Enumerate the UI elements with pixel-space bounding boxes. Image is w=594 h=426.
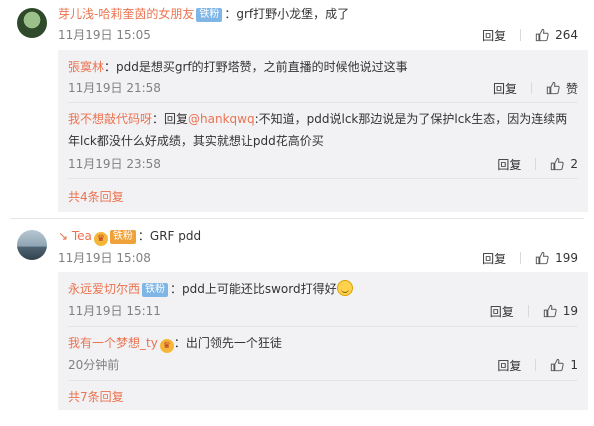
thumbs-up-icon: [551, 157, 564, 171]
reply-text: ：pdd上可能还比sword打得好: [170, 282, 337, 296]
like-button[interactable]: 264: [535, 28, 578, 42]
reply-text: :不知道，pdd说lck那边说是为了保护lck生态，因为连续两: [254, 112, 568, 126]
divider: [527, 305, 529, 317]
reply-actions: 回复 1: [497, 356, 578, 374]
thumbs-up-icon: [546, 81, 560, 95]
comment-actions: 回复 264: [482, 26, 578, 44]
reply-button[interactable]: 回复: [497, 156, 521, 173]
reply-time: 11月19日 21:58: [68, 81, 161, 95]
smile-emoji-icon: [336, 280, 353, 296]
comment-author-prefix: ↘: [58, 229, 72, 243]
vip-crown-icon: ♛: [159, 339, 174, 353]
comment-text: ：grf打野小龙堡，成了: [224, 7, 350, 21]
reply-divider: [68, 326, 578, 327]
comment-content: ↘ Tea ♛ 铁粉 ：GRF pdd: [58, 227, 201, 246]
fan-badge: 铁粉: [142, 283, 169, 297]
divider: [520, 252, 522, 264]
reply-text: ：pdd是想买grf的打野塔赞，之前直播的时候他说过这事: [104, 60, 408, 74]
comment-time: 11月19日 15:08: [58, 251, 151, 265]
thumbs-up-icon: [543, 304, 557, 318]
like-count: 19: [562, 304, 578, 318]
reply-actions: 回复 2: [497, 155, 578, 173]
divider: [520, 29, 522, 41]
like-button[interactable]: 199: [535, 251, 578, 265]
reply-button[interactable]: 回复: [493, 80, 517, 97]
reply-button[interactable]: 回复: [482, 27, 506, 44]
reply-author[interactable]: 張寞林: [68, 60, 104, 74]
more-replies-link[interactable]: 共7条回复: [68, 389, 124, 405]
comment-item: ↘ Tea ♛ 铁粉 ：GRF pdd 11月19日 15:08 回复 199 永远爱…: [0, 220, 594, 420]
like-button[interactable]: 19: [543, 304, 578, 318]
more-replies-link[interactable]: 共4条回复: [68, 189, 124, 205]
reply-time: 11月19日 23:58: [68, 157, 161, 171]
thumbs-up-icon: [551, 358, 564, 372]
reply-author[interactable]: 永远爱切尔西: [68, 282, 140, 296]
divider: [535, 158, 537, 170]
reply-list: 張寞林：pdd是想买grf的打野塔赞，之前直播的时候他说过这事 11月19日 2…: [58, 50, 588, 212]
mention-link[interactable]: @hankqwq: [188, 112, 255, 126]
reply-content: 我有一个梦想_ty ♛ ：出门领先一个狂徒: [68, 334, 282, 353]
comment-author[interactable]: 芽儿浅-哈莉奎茵的女朋友: [58, 7, 194, 21]
reply-button[interactable]: 回复: [482, 250, 506, 267]
reply-author[interactable]: 我有一个梦想_ty: [68, 336, 158, 350]
reply-text-continued: 年lck都没什么好成绩，其实就想让pdd花高价买: [68, 134, 324, 148]
thumbs-up-icon: [535, 251, 549, 265]
reply-divider: [68, 102, 578, 103]
reply-button[interactable]: 回复: [497, 357, 521, 374]
like-count: 1: [570, 358, 578, 372]
thumbs-up-icon: [535, 28, 549, 42]
comment-author[interactable]: Tea: [72, 229, 92, 243]
divider: [535, 359, 537, 371]
reply-content: 我不想敲代码呀：回复@hankqwq:不知道，pdd说lck那边说是为了保护lc…: [68, 110, 567, 128]
reply-time: 20分钟前: [68, 358, 120, 372]
like-button[interactable]: 赞: [546, 80, 578, 97]
comment-actions: 回复 199: [482, 249, 578, 267]
reply-text-prefix: ：回复: [152, 112, 189, 126]
like-button[interactable]: 1: [550, 358, 578, 372]
reply-time: 11月19日 15:11: [68, 304, 161, 318]
fan-badge: 铁粉: [109, 230, 136, 244]
comment-content: 芽儿浅-哈莉奎茵的女朋友 铁粉 ：grf打野小龙堡，成了: [58, 5, 349, 23]
comment-text: ：GRF pdd: [137, 229, 202, 243]
like-count: 赞: [565, 81, 578, 96]
avatar[interactable]: [17, 230, 47, 260]
divider: [530, 82, 532, 94]
reply-divider: [68, 380, 578, 381]
vip-crown-icon: ♛: [93, 232, 108, 246]
reply-divider: [68, 178, 578, 179]
reply-content: 張寞林：pdd是想买grf的打野塔赞，之前直播的时候他说过这事: [68, 58, 408, 76]
comment-time: 11月19日 15:05: [58, 28, 151, 42]
avatar[interactable]: [17, 8, 47, 38]
reply-button[interactable]: 回复: [490, 303, 514, 320]
like-count: 199: [555, 251, 578, 265]
reply-actions: 回复 赞: [493, 79, 578, 97]
reply-actions: 回复 19: [490, 302, 578, 320]
reply-author[interactable]: 我不想敲代码呀: [68, 112, 152, 126]
comment-item: 芽儿浅-哈莉奎茵的女朋友 铁粉 ：grf打野小龙堡，成了 11月19日 15:05 …: [0, 0, 594, 212]
fan-badge: 铁粉: [196, 8, 223, 22]
like-button[interactable]: 2: [550, 157, 578, 171]
reply-content: 永远爱切尔西 铁粉 ：pdd上可能还比sword打得好: [68, 280, 353, 298]
reply-list: 永远爱切尔西 铁粉 ：pdd上可能还比sword打得好 11月19日 15:11 回…: [58, 272, 588, 410]
like-count: 264: [555, 28, 578, 42]
reply-text: ：出门领先一个狂徒: [173, 336, 282, 350]
comment-divider: [10, 218, 584, 219]
like-count: 2: [570, 157, 578, 171]
